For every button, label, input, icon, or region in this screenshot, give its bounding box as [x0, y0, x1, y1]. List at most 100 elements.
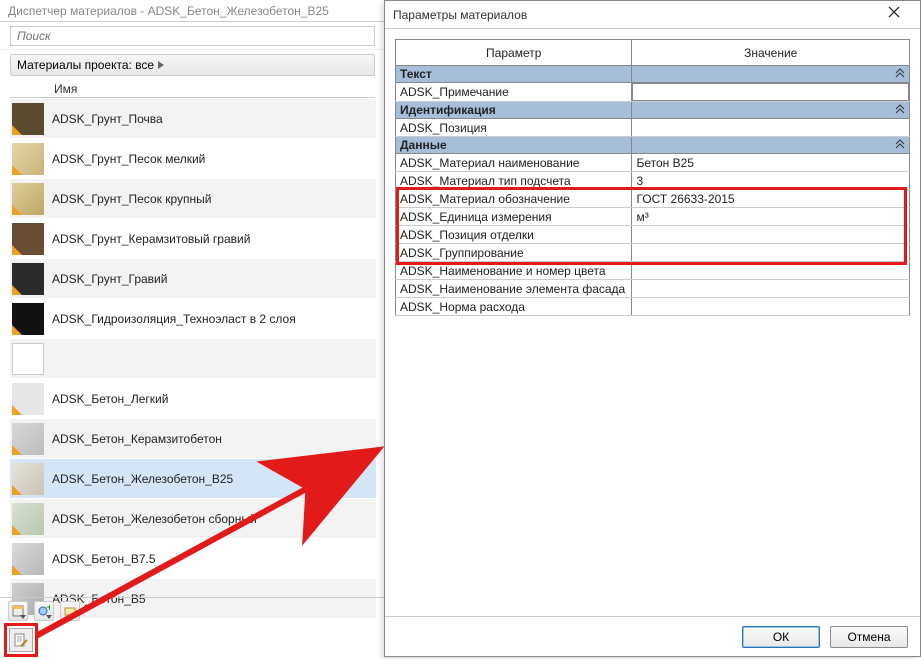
warning-corner-icon — [12, 405, 22, 415]
dialog-title: Параметры материалов — [393, 8, 876, 22]
material-label: ADSK_Бетон_Легкий — [52, 392, 376, 406]
material-params-dialog: Параметры материалов Параметр Значение Т… — [384, 0, 921, 657]
param-section-header[interactable]: Данные — [396, 137, 910, 154]
param-name: ADSK_Материал наименование — [396, 154, 632, 172]
ok-button[interactable]: ОК — [742, 626, 820, 648]
param-row[interactable]: ADSK_Материал наименованиеБетон В25 — [396, 154, 910, 172]
document-pencil-icon — [13, 632, 29, 648]
param-name: ADSK_Позиция отделки — [396, 226, 632, 244]
filter-label: Материалы проекта: все — [17, 58, 154, 72]
section-title: Текст — [396, 66, 632, 83]
material-label: ADSK_Бетон_Керамзитобетон — [52, 432, 376, 446]
param-value-cell[interactable]: ГОСТ 26633-2015 — [632, 190, 910, 208]
param-row[interactable]: ADSK_Группирование — [396, 244, 910, 262]
material-label: ADSK_Гидроизоляция_Техноэласт в 2 слоя — [52, 312, 376, 326]
material-row[interactable]: ADSK_Бетон_Железобетон сборный — [10, 498, 376, 538]
chevron-right-icon — [158, 61, 164, 69]
param-section-header[interactable]: Идентификация — [396, 102, 910, 119]
param-name: ADSK_Материал тип подсчета — [396, 172, 632, 190]
material-thumbnail — [12, 463, 44, 495]
material-row[interactable] — [10, 338, 376, 378]
param-row[interactable]: ADSK_Примечание — [396, 83, 910, 102]
library-toggle-button[interactable] — [60, 601, 80, 621]
material-row[interactable]: ADSK_Гидроизоляция_Техноэласт в 2 слоя — [10, 298, 376, 338]
param-row[interactable]: ADSK_Норма расхода — [396, 298, 910, 316]
material-thumbnail — [12, 183, 44, 215]
param-table[interactable]: Параметр Значение ТекстADSK_ПримечаниеИд… — [395, 39, 910, 316]
material-label: ADSK_Грунт_Песок мелкий — [52, 152, 376, 166]
param-value-input[interactable] — [632, 83, 909, 101]
column-header-name[interactable]: Имя — [10, 80, 375, 98]
param-section-header[interactable]: Текст — [396, 66, 910, 83]
param-name: ADSK_Позиция — [396, 119, 632, 137]
project-materials-filter[interactable]: Материалы проекта: все — [10, 54, 375, 76]
param-row[interactable]: ADSK_Наименование элемента фасада — [396, 280, 910, 298]
warning-corner-icon — [12, 485, 22, 495]
svg-text:+: + — [46, 605, 50, 614]
param-row[interactable]: ADSK_Позиция отделки — [396, 226, 910, 244]
material-row[interactable]: ADSK_Грунт_Песок мелкий — [10, 138, 376, 178]
param-value-cell[interactable]: 3 — [632, 172, 910, 190]
material-label: ADSK_Грунт_Гравий — [52, 272, 376, 286]
material-label: ADSK_Бетон_Железобетон_В25 — [52, 472, 376, 486]
open-custom-params-button[interactable] — [9, 628, 33, 652]
warning-corner-icon — [12, 205, 22, 215]
param-value-cell[interactable]: Бетон В25 — [632, 154, 910, 172]
column-header-value[interactable]: Значение — [632, 40, 910, 66]
warning-corner-icon — [12, 245, 22, 255]
material-row[interactable]: ADSK_Грунт_Керамзитовый гравий — [10, 218, 376, 258]
param-row[interactable]: ADSK_Материал тип подсчета3 — [396, 172, 910, 190]
param-value-cell[interactable] — [632, 226, 910, 244]
search-input[interactable] — [10, 26, 375, 46]
param-row[interactable]: ADSK_Единица измерениям³ — [396, 208, 910, 226]
close-button[interactable] — [876, 5, 912, 25]
param-value-cell[interactable] — [632, 298, 910, 316]
material-list[interactable]: ADSK_Грунт_Почва ADSK_Грунт_Песок мелкий A… — [10, 98, 376, 618]
material-label: ADSK_Грунт_Песок крупный — [52, 192, 376, 206]
material-row[interactable]: ADSK_Грунт_Почва — [10, 98, 376, 138]
param-value-cell[interactable] — [632, 83, 910, 102]
material-label: ADSK_Бетон_Железобетон сборный — [52, 512, 376, 526]
param-name: ADSK_Норма расхода — [396, 298, 632, 316]
param-value-cell[interactable] — [632, 262, 910, 280]
param-value-cell[interactable]: м³ — [632, 208, 910, 226]
view-options-button[interactable] — [8, 601, 28, 621]
collapse-icon[interactable] — [632, 137, 910, 154]
param-name: ADSK_Группирование — [396, 244, 632, 262]
dialog-body: Параметр Значение ТекстADSK_ПримечаниеИд… — [385, 29, 920, 616]
material-thumbnail — [12, 423, 44, 455]
material-row[interactable]: ADSK_Бетон_В7.5 — [10, 538, 376, 578]
cancel-button[interactable]: Отмена — [830, 626, 908, 648]
material-row[interactable]: ADSK_Бетон_Железобетон_В25 — [10, 458, 376, 498]
material-label: ADSK_Грунт_Керамзитовый гравий — [52, 232, 376, 246]
material-row[interactable]: ADSK_Грунт_Гравий — [10, 258, 376, 298]
add-material-button[interactable]: + — [34, 601, 54, 621]
param-value-cell[interactable] — [632, 119, 910, 137]
param-name: ADSK_Единица измерения — [396, 208, 632, 226]
param-row[interactable]: ADSK_Наименование и номер цвета — [396, 262, 910, 280]
folder-icon — [64, 605, 76, 617]
param-name: ADSK_Наименование и номер цвета — [396, 262, 632, 280]
warning-corner-icon — [12, 445, 22, 455]
material-thumbnail — [12, 503, 44, 535]
material-row[interactable]: ADSK_Бетон_Легкий — [10, 378, 376, 418]
close-icon — [888, 6, 900, 18]
dialog-footer: ОК Отмена — [385, 616, 920, 656]
collapse-icon[interactable] — [632, 66, 910, 83]
param-row[interactable]: ADSK_Материал обозначениеГОСТ 26633-2015 — [396, 190, 910, 208]
dialog-titlebar[interactable]: Параметры материалов — [385, 1, 920, 29]
material-thumbnail — [12, 543, 44, 575]
column-header-param[interactable]: Параметр — [396, 40, 632, 66]
material-label: ADSK_Бетон_В7.5 — [52, 552, 376, 566]
warning-corner-icon — [12, 165, 22, 175]
warning-corner-icon — [12, 125, 22, 135]
param-row[interactable]: ADSK_Позиция — [396, 119, 910, 137]
material-thumbnail — [12, 143, 44, 175]
collapse-icon[interactable] — [632, 102, 910, 119]
material-thumbnail — [12, 383, 44, 415]
material-row[interactable]: ADSK_Бетон_Керамзитобетон — [10, 418, 376, 458]
warning-corner-icon — [12, 525, 22, 535]
material-row[interactable]: ADSK_Грунт_Песок крупный — [10, 178, 376, 218]
param-value-cell[interactable] — [632, 244, 910, 262]
param-value-cell[interactable] — [632, 280, 910, 298]
